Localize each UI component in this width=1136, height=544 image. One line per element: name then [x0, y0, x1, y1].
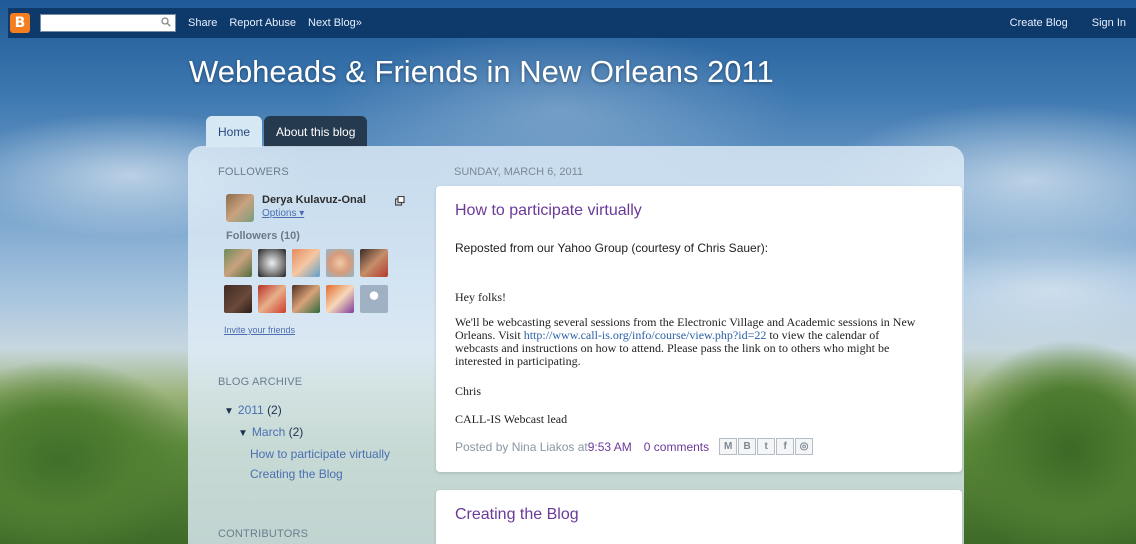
followers-count: Followers (10)	[226, 230, 300, 242]
tab-home[interactable]: Home	[206, 116, 263, 147]
blog-title[interactable]: Webheads & Friends in New Orleans 2011	[189, 54, 774, 90]
archive-year-item: ▼ 2011 (2)	[224, 400, 390, 422]
date-header: SUNDAY, MARCH 6, 2011	[454, 166, 583, 178]
twitter-icon[interactable]: t	[757, 438, 776, 455]
share-buttons: M B t f ◎	[719, 438, 814, 455]
follower-avatar[interactable]	[224, 249, 252, 277]
invite-friends-link[interactable]: Invite your friends	[224, 325, 295, 335]
posted-by: Posted by Nina Liakos at	[455, 439, 588, 454]
course-link[interactable]: http://www.call-is.org/info/course/view.…	[524, 328, 767, 342]
avatar[interactable]	[226, 194, 254, 222]
contributors-heading: CONTRIBUTORS	[218, 528, 309, 540]
follower-avatar[interactable]	[360, 285, 388, 313]
archive-post-link[interactable]: Creating the Blog	[224, 464, 390, 484]
search-input[interactable]	[40, 14, 176, 32]
facebook-icon[interactable]: f	[776, 438, 795, 455]
page-tabs: Home About this blog	[206, 116, 368, 147]
blogger-icon[interactable]: B	[738, 438, 757, 455]
blogger-logo-icon[interactable]: B	[10, 13, 30, 33]
search-icon[interactable]	[161, 17, 171, 27]
post-timestamp-link[interactable]: 9:53 AM	[588, 440, 632, 454]
archive-month-count: (2)	[288, 425, 304, 439]
follower-avatar[interactable]	[326, 249, 354, 277]
current-follower: Derya Kulavuz-Onal Options ▾	[226, 194, 366, 222]
post: How to participate virtually Reposted fr…	[436, 186, 962, 472]
follower-avatar[interactable]	[360, 249, 388, 277]
options-dropdown[interactable]: Options ▾	[262, 207, 366, 220]
create-blog-link[interactable]: Create Blog	[1010, 17, 1068, 29]
tab-about-this-blog[interactable]: About this blog	[264, 116, 368, 147]
follower-avatar[interactable]	[292, 249, 320, 277]
archive-year-link[interactable]: 2011	[238, 403, 264, 417]
open-in-window-icon[interactable]	[395, 196, 405, 206]
post-signature: Chris	[455, 384, 482, 398]
post-intro: Reposted from our Yahoo Group (courtesy …	[455, 241, 769, 255]
archive-month-item: ▼ March (2)	[224, 422, 390, 444]
follower-avatar[interactable]	[292, 285, 320, 313]
archive-year-count: (2)	[267, 403, 282, 417]
report-abuse-link[interactable]: Report Abuse	[229, 17, 296, 29]
buzz-icon[interactable]: ◎	[795, 438, 814, 455]
email-icon[interactable]: M	[719, 438, 738, 455]
post-greeting: Hey folks!	[455, 290, 506, 304]
blog-archive-heading: BLOG ARCHIVE	[218, 376, 303, 388]
post-paragraph: We'll be webcasting several sessions fro…	[455, 316, 925, 368]
follower-avatar[interactable]	[326, 285, 354, 313]
follower-name[interactable]: Derya Kulavuz-Onal	[262, 194, 366, 207]
post-footer: Posted by Nina Liakos at 9:53 AM 0 comme…	[455, 438, 814, 455]
follower-avatar[interactable]	[258, 249, 286, 277]
post: Creating the Blog	[436, 490, 962, 544]
followers-heading: FOLLOWERS	[218, 166, 289, 178]
next-blog-link[interactable]: Next Blog»	[308, 17, 362, 29]
post-title[interactable]: Creating the Blog	[455, 506, 579, 524]
background-trees-left	[0, 360, 200, 544]
post-title[interactable]: How to participate virtually	[455, 202, 642, 220]
comments-link[interactable]: 0 comments	[644, 440, 709, 454]
archive-month-link[interactable]: March	[252, 425, 285, 439]
follower-avatar[interactable]	[258, 285, 286, 313]
blog-archive: ▼ 2011 (2) ▼ March (2) How to participate …	[224, 400, 390, 484]
post-signature-title: CALL-IS Webcast lead	[455, 412, 568, 426]
triangle-down-icon[interactable]: ▼	[238, 428, 248, 439]
archive-post-link[interactable]: How to participate virtually	[224, 444, 390, 464]
triangle-down-icon[interactable]: ▼	[224, 406, 234, 417]
content-panel: FOLLOWERS Derya Kulavuz-Onal Options ▾ F…	[188, 146, 964, 544]
follower-avatars	[224, 249, 399, 313]
follower-avatar[interactable]	[224, 285, 252, 313]
sign-in-link[interactable]: Sign In	[1092, 17, 1126, 29]
background-trees-right	[960, 330, 1136, 544]
blogger-navbar: B Share Report Abuse Next Blog» Create B…	[8, 8, 1136, 38]
share-link[interactable]: Share	[188, 17, 217, 29]
